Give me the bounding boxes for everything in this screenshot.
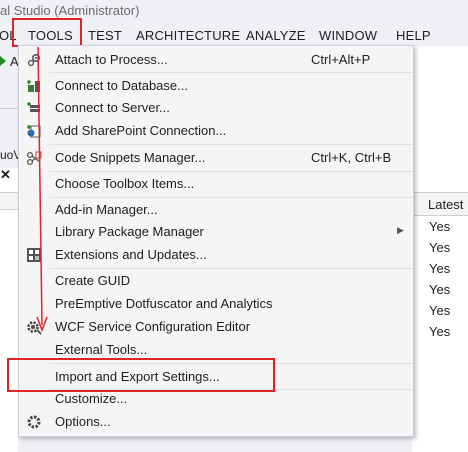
menu-architecture[interactable]: ARCHITECTURE [136,28,240,43]
menu-item-import-and-export-settings[interactable]: Import and Export Settings... [19,366,413,388]
menu-item-label: Connect to Server... [55,100,170,115]
menu-bar: OL TOOLS TEST ARCHITECTURE ANALYZE WINDO… [0,24,468,70]
left-divider [0,108,18,109]
latest-cell: Yes [429,219,451,234]
menu-item-choose-toolbox-items[interactable]: Choose Toolbox Items... [19,173,413,195]
menu-item-label: Connect to Database... [55,78,188,93]
extensions-icon [27,248,41,262]
menu-item-label: Attach to Process... [55,52,168,67]
close-icon[interactable]: ✕ [0,167,11,183]
window-title: al Studio (Administrator) [0,3,140,18]
tools-dropdown-menu: Attach to Process... Ctrl+Alt+P Connect … [18,45,414,437]
options-gear-icon [27,415,41,429]
menu-item-create-guid[interactable]: Create GUID [19,270,413,292]
menu-item-label: Add-in Manager... [55,202,158,217]
menu-item-shortcut: Ctrl+K, Ctrl+B [311,150,392,165]
menu-window[interactable]: WINDOW [319,28,377,43]
menu-item-add-sharepoint-connection[interactable]: Add SharePoint Connection... [19,120,413,142]
menu-item-code-snippets-manager[interactable]: Code Snippets Manager... Ctrl+K, Ctrl+B [19,147,413,169]
menu-item-preemptive-dotfuscator[interactable]: PreEmptive Dotfuscator and Analytics [19,293,413,315]
menu-item-wcf-service-configuration-editor[interactable]: WCF Service Configuration Editor [19,316,413,338]
menu-item-label: Extensions and Updates... [55,247,207,262]
menu-test[interactable]: TEST [88,28,122,43]
menu-separator [49,171,413,172]
latest-cell: Yes [429,282,451,297]
menu-item-external-tools[interactable]: External Tools... [19,339,413,361]
right-panel: Latest Yes Yes Yes Yes Yes Yes [412,46,468,452]
menu-tools-partial[interactable]: OL [0,28,17,43]
menu-item-label: Customize... [55,391,128,406]
latest-header-label: Latest [428,197,464,212]
latest-cell: Yes [429,303,451,318]
connect-database-icon [27,80,40,92]
latest-cell: Yes [429,261,451,276]
latest-cell: Yes [429,324,451,339]
menu-item-label: PreEmptive Dotfuscator and Analytics [55,296,273,311]
menu-item-shortcut: Ctrl+Alt+P [311,52,371,67]
connect-server-icon [27,102,40,112]
menu-item-label: Choose Toolbox Items... [55,176,195,191]
start-icon[interactable] [0,56,6,66]
menu-item-attach-to-process[interactable]: Attach to Process... Ctrl+Alt+P [19,49,413,71]
menu-item-connect-to-server[interactable]: Connect to Server... [19,97,413,119]
menu-item-add-in-manager[interactable]: Add-in Manager... [19,199,413,221]
menu-item-label: Code Snippets Manager... [55,150,206,165]
menu-item-label: Library Package Manager [55,224,204,239]
menu-item-label: Create GUID [55,273,131,288]
menu-help[interactable]: HELP [396,28,431,43]
code-snippets-icon [26,151,42,166]
menu-item-library-package-manager[interactable]: Library Package Manager ▶ [19,221,413,243]
menu-item-label: Import and Export Settings... [55,369,220,384]
submenu-arrow-icon: ▶ [397,225,404,235]
menu-separator [49,268,413,269]
latest-cell: Yes [429,240,451,255]
attach-process-icon [27,53,41,67]
left-grid-header [0,192,18,210]
menu-item-label: External Tools... [55,342,148,357]
menu-analyze[interactable]: ANALYZE [246,28,306,43]
title-bar: al Studio (Administrator) [0,0,468,22]
menu-separator [49,144,413,145]
left-panel [0,168,18,452]
menu-separator [49,363,413,364]
menu-tools[interactable]: TOOLS [28,28,73,43]
menu-item-options[interactable]: Options... [19,411,413,433]
menu-item-customize[interactable]: Customize... [19,388,413,410]
wcf-gear-icon [27,321,42,335]
menu-separator [49,72,413,73]
menu-item-extensions-and-updates[interactable]: Extensions and Updates... [19,244,413,266]
menu-item-label: Add SharePoint Connection... [55,123,227,138]
menu-item-connect-to-database[interactable]: Connect to Database... [19,75,413,97]
sharepoint-icon [27,125,41,138]
latest-column-header[interactable]: Latest [412,192,468,216]
menu-separator [49,197,413,198]
menu-item-label: WCF Service Configuration Editor [55,319,251,334]
menu-item-label: Options... [55,414,111,429]
